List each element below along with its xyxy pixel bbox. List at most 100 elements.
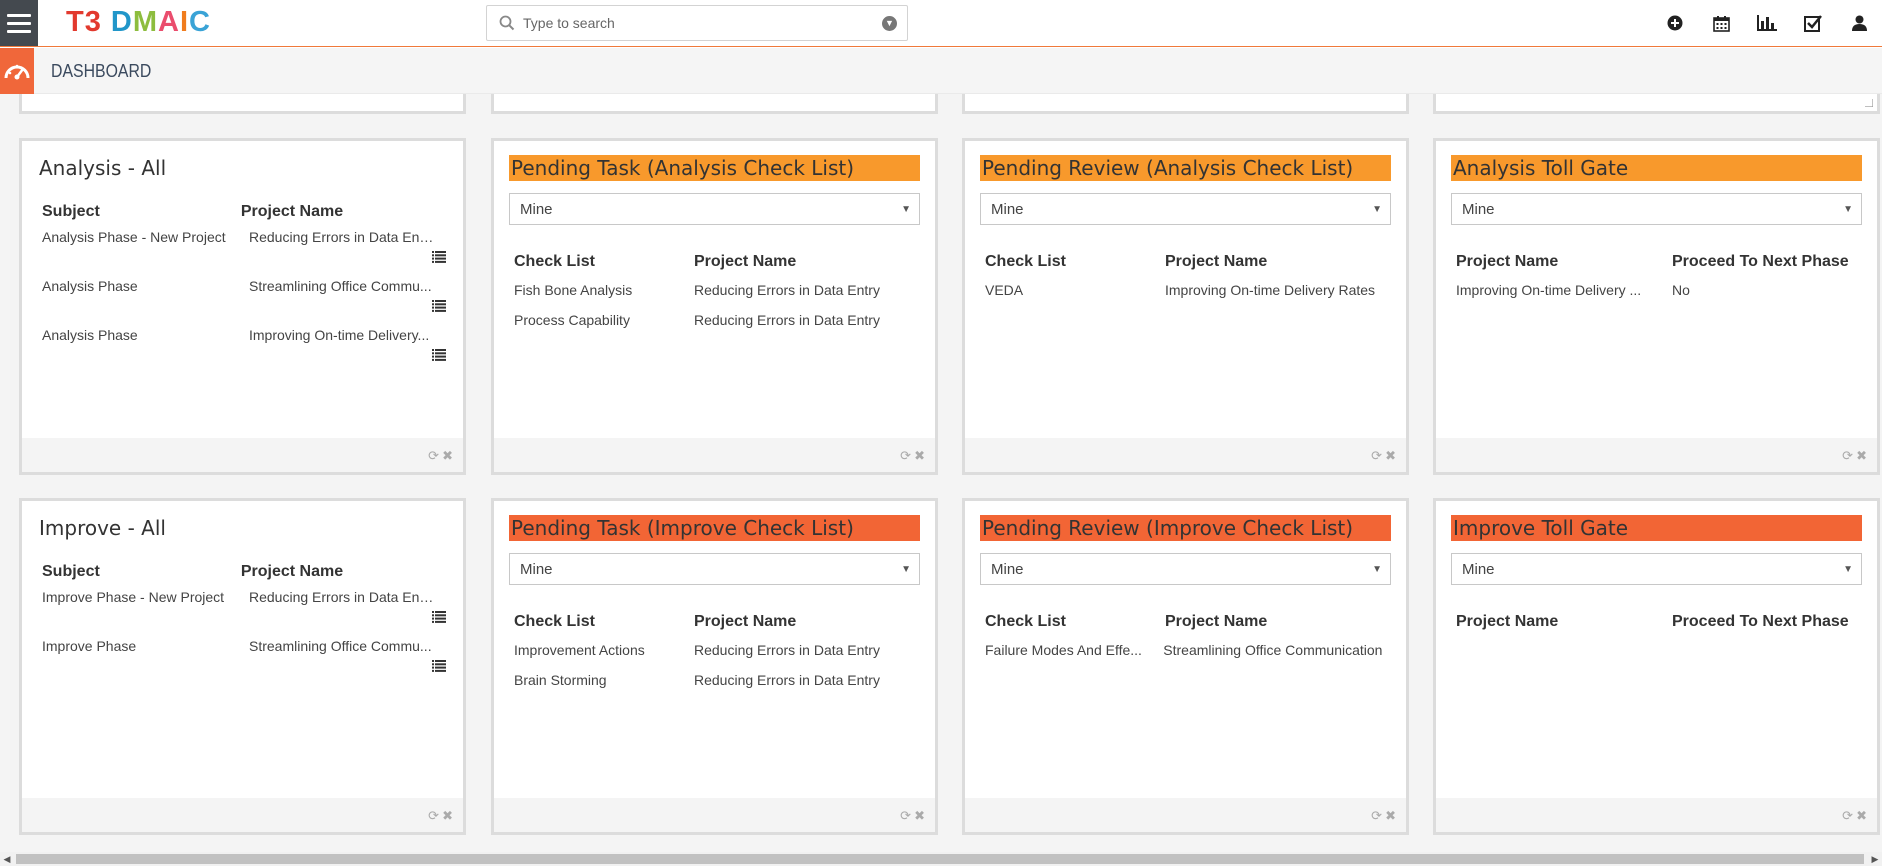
close-icon[interactable]: ✖ — [914, 808, 925, 824]
table-header: Subject Project Name — [42, 563, 344, 580]
table-row[interactable]: Improve Phase - New Project Reducing Err… — [42, 585, 448, 634]
widget-title: Analysis Toll Gate — [1451, 155, 1862, 181]
refresh-icon[interactable]: ⟳ — [1842, 448, 1853, 464]
toll-gate-table: Project Name Proceed To Next Phase — [1456, 613, 1862, 635]
horizontal-scrollbar[interactable]: ◀ ▶ — [0, 852, 1882, 866]
widget-title: Improve Toll Gate — [1451, 515, 1862, 541]
list-icon[interactable] — [432, 660, 446, 672]
table-row[interactable]: Improve Phase Streamlining Office Commu.… — [42, 634, 448, 683]
table-header: Subject Project Name — [42, 203, 344, 220]
dropdown-arrow-icon: ▼ — [1843, 204, 1853, 215]
dropdown-arrow-icon: ▼ — [901, 204, 911, 215]
table-row[interactable]: Analysis Phase Streamlining Office Commu… — [42, 274, 448, 323]
checklist-table: Check List Project Name VEDA Improving O… — [985, 253, 1391, 305]
widget-footer: ⟳ ✖ — [494, 438, 935, 472]
close-icon[interactable]: ✖ — [1856, 808, 1867, 824]
table-row[interactable]: Fish Bone Analysis Reducing Errors in Da… — [514, 275, 920, 305]
table-row[interactable]: Analysis Phase - New Project Reducing Er… — [42, 225, 448, 274]
list-icon[interactable] — [432, 349, 446, 361]
app-logo[interactable]: T3 DMAIC — [66, 6, 211, 39]
close-icon[interactable]: ✖ — [1385, 448, 1396, 464]
scrollbar-thumb[interactable] — [16, 854, 1864, 864]
close-icon[interactable]: ✖ — [1385, 808, 1396, 824]
widget-improve-toll-gate: Improve Toll Gate Mine ▼ Project Name Pro… — [1433, 498, 1880, 835]
dropdown-arrow-icon: ▼ — [1372, 204, 1382, 215]
search-icon — [499, 15, 515, 31]
checkbox-icon[interactable] — [1790, 0, 1836, 46]
widget-analysis-toll-gate: Analysis Toll Gate Mine ▼ Project Name Pr… — [1433, 138, 1880, 475]
filter-select[interactable]: Mine ▼ — [1451, 553, 1862, 585]
plus-circle-icon[interactable] — [1652, 0, 1698, 46]
refresh-icon[interactable]: ⟳ — [900, 448, 911, 464]
filter-select[interactable]: Mine ▼ — [980, 553, 1391, 585]
widget-pending-task-improve: Pending Task (Improve Check List) Mine ▼ … — [491, 498, 938, 835]
scroll-left-icon[interactable]: ◀ — [0, 852, 14, 866]
table-row[interactable]: Failure Modes And Effe... Streamlining O… — [985, 635, 1391, 665]
widget-footer: ⟳ ✖ — [22, 438, 463, 472]
dropdown-arrow-icon: ▼ — [901, 564, 911, 575]
close-icon[interactable]: ✖ — [442, 448, 453, 464]
dashboard-gauge-icon — [0, 48, 34, 94]
widget-analysis-all: Analysis - All Subject Project Name Anal… — [19, 138, 466, 475]
table-header: Project Name Proceed To Next Phase — [1456, 613, 1849, 630]
filter-select[interactable]: Mine ▼ — [980, 193, 1391, 225]
widget-partial-2 — [491, 94, 938, 114]
table-header: Check List Project Name — [985, 253, 1268, 270]
dropdown-arrow-icon: ▼ — [1372, 564, 1382, 575]
page-title: DASHBOARD — [51, 61, 152, 81]
widget-footer: ⟳ ✖ — [1436, 798, 1877, 832]
widget-partial-4 — [1433, 94, 1880, 114]
widget-title: Pending Review (Analysis Check List) — [980, 155, 1391, 181]
user-icon[interactable] — [1836, 0, 1882, 46]
refresh-icon[interactable]: ⟳ — [428, 448, 439, 464]
search-dropdown-icon[interactable]: ▼ — [882, 16, 897, 31]
resize-handle-icon[interactable] — [1865, 99, 1873, 107]
table-row[interactable]: Brain Storming Reducing Errors in Data E… — [514, 665, 920, 695]
top-toolbar — [1652, 0, 1882, 46]
search-input[interactable] — [523, 10, 863, 36]
dashboard-content: Analysis - All Subject Project Name Anal… — [0, 94, 1882, 852]
filter-select[interactable]: Mine ▼ — [509, 553, 920, 585]
bar-chart-icon[interactable] — [1744, 0, 1790, 46]
search-box: ▼ — [486, 5, 908, 41]
improve-all-table: Subject Project Name Improve Phase - New… — [42, 563, 448, 683]
sub-header: DASHBOARD — [0, 48, 1882, 94]
widget-pending-task-analysis: Pending Task (Analysis Check List) Mine ▼… — [491, 138, 938, 475]
list-icon[interactable] — [432, 611, 446, 623]
top-bar: T3 DMAIC ▼ — [0, 0, 1882, 47]
table-row[interactable]: Process Capability Reducing Errors in Da… — [514, 305, 920, 335]
widget-partial-1 — [19, 94, 466, 114]
scroll-right-icon[interactable]: ▶ — [1868, 852, 1882, 866]
filter-select[interactable]: Mine ▼ — [509, 193, 920, 225]
calendar-icon[interactable] — [1698, 0, 1744, 46]
list-icon[interactable] — [432, 300, 446, 312]
table-row[interactable]: Improving On-time Delivery ... No — [1456, 275, 1862, 305]
close-icon[interactable]: ✖ — [914, 448, 925, 464]
widget-footer: ⟳ ✖ — [494, 798, 935, 832]
widget-pending-review-improve: Pending Review (Improve Check List) Mine… — [962, 498, 1409, 835]
filter-select[interactable]: Mine ▼ — [1451, 193, 1862, 225]
table-row[interactable]: Analysis Phase Improving On-time Deliver… — [42, 323, 448, 372]
widget-title: Pending Task (Analysis Check List) — [509, 155, 920, 181]
refresh-icon[interactable]: ⟳ — [1371, 808, 1382, 824]
close-icon[interactable]: ✖ — [442, 808, 453, 824]
toll-gate-table: Project Name Proceed To Next Phase Impro… — [1456, 253, 1862, 305]
widget-pending-review-analysis: Pending Review (Analysis Check List) Min… — [962, 138, 1409, 475]
checklist-table: Check List Project Name Failure Modes An… — [985, 613, 1391, 665]
table-row[interactable]: VEDA Improving On-time Delivery Rates — [985, 275, 1391, 305]
widget-footer: ⟳ ✖ — [1436, 438, 1877, 472]
widget-title: Pending Task (Improve Check List) — [509, 515, 920, 541]
refresh-icon[interactable]: ⟳ — [428, 808, 439, 824]
table-header: Project Name Proceed To Next Phase — [1456, 253, 1849, 270]
widget-title: Improve - All — [39, 516, 166, 540]
checklist-table: Check List Project Name Improvement Acti… — [514, 613, 920, 695]
menu-hamburger-icon[interactable] — [0, 0, 38, 46]
analysis-all-table: Subject Project Name Analysis Phase - Ne… — [42, 203, 448, 372]
refresh-icon[interactable]: ⟳ — [1842, 808, 1853, 824]
table-row[interactable]: Improvement Actions Reducing Errors in D… — [514, 635, 920, 665]
refresh-icon[interactable]: ⟳ — [900, 808, 911, 824]
close-icon[interactable]: ✖ — [1856, 448, 1867, 464]
list-icon[interactable] — [432, 251, 446, 263]
refresh-icon[interactable]: ⟳ — [1371, 448, 1382, 464]
checklist-table: Check List Project Name Fish Bone Analys… — [514, 253, 920, 335]
